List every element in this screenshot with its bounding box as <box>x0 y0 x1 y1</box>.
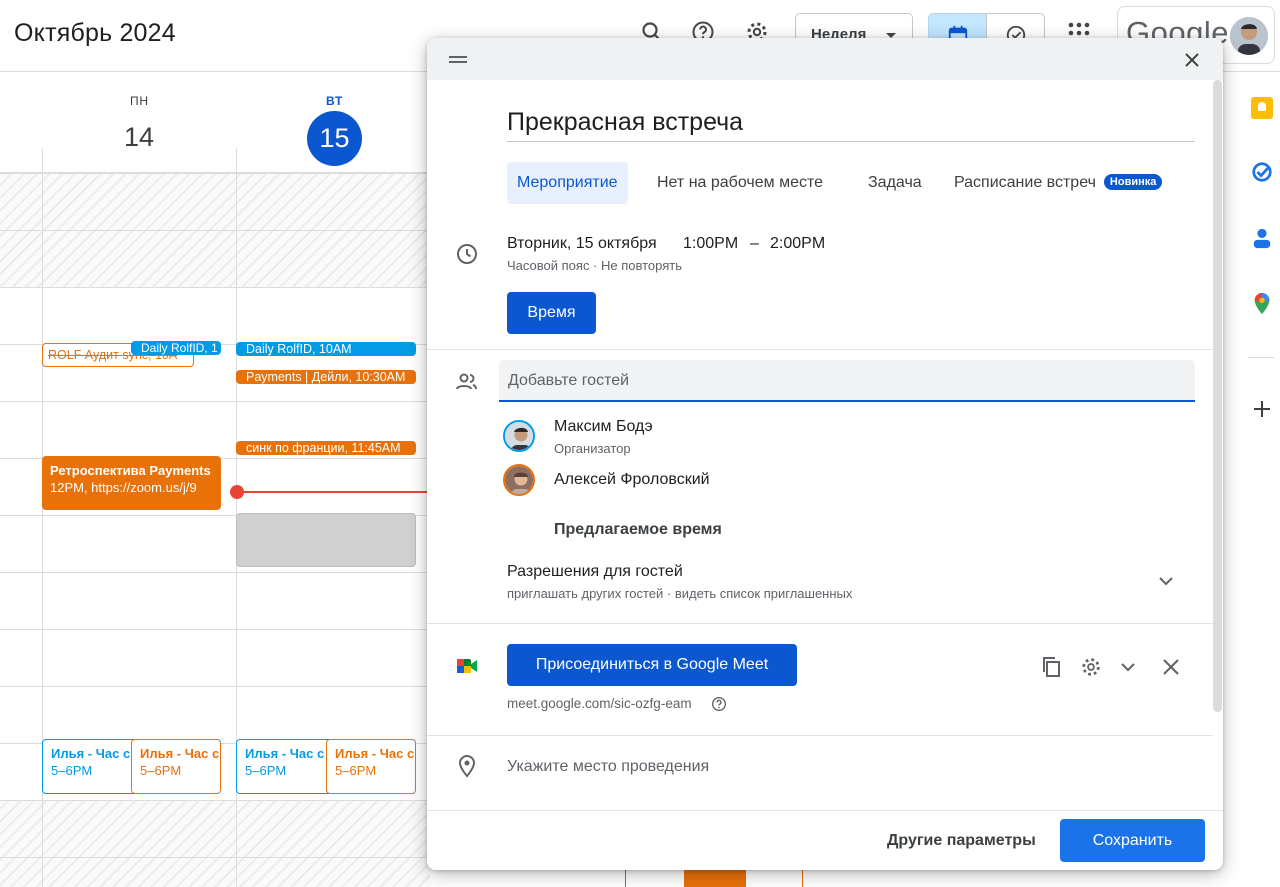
hour-line <box>0 686 430 687</box>
tasks-icon[interactable] <box>1251 161 1273 183</box>
drag-handle-icon[interactable] <box>449 56 467 63</box>
google-meet-icon <box>457 659 477 673</box>
more-options-button[interactable]: Другие параметры <box>887 832 1036 850</box>
event-time: 5–6PM <box>51 763 93 778</box>
guest-permissions-summary: приглашать других гостей · видеть список… <box>507 586 853 601</box>
dialog-scrollbar[interactable] <box>1213 80 1222 712</box>
event-ilya-hour[interactable]: Илья - Час с 5–6PM <box>326 739 416 794</box>
current-month-title: Октябрь 2024 <box>14 19 176 47</box>
save-button[interactable]: Сохранить <box>1060 819 1205 862</box>
event-time: 5–6PM <box>140 763 182 778</box>
event-peek <box>802 870 803 887</box>
tab-out-of-office[interactable]: Нет на рабочем месте <box>647 162 833 204</box>
time-button[interactable]: Время <box>507 292 596 334</box>
clock-icon <box>457 244 477 264</box>
event-ilya-hour[interactable]: Илья - Час с 5–6PM <box>236 739 333 794</box>
event-title: Илья - Час с <box>335 746 415 761</box>
event-title: Илья - Час с <box>51 746 131 761</box>
help-icon[interactable] <box>711 696 727 712</box>
settings-gear-icon[interactable] <box>1080 656 1102 678</box>
event-time: 12PM, https://zoom.us/j/9 <box>50 480 197 495</box>
contacts-icon[interactable] <box>1251 227 1273 249</box>
remove-meet-icon[interactable] <box>1162 658 1180 676</box>
side-panel-rail <box>1240 72 1280 887</box>
event-title: Илья - Час с <box>245 746 325 761</box>
hour-line <box>0 230 430 231</box>
day-name-monday: ПН <box>130 94 149 108</box>
event-title: Ретроспектива Payments <box>50 463 211 478</box>
rail-divider <box>1248 357 1274 358</box>
event-end-time[interactable]: 2:00PM <box>770 235 825 253</box>
tab-appointment-label: Расписание встреч <box>954 174 1096 191</box>
event-payments-daily[interactable]: Payments | Дейли, 10:30AM <box>236 370 416 384</box>
hour-line <box>0 572 430 573</box>
add-guests-input[interactable]: Добавьте гостей <box>499 360 1195 402</box>
location-pin-icon <box>458 754 476 778</box>
event-sink-france[interactable]: синк по франции, 11:45AM <box>236 441 416 455</box>
guest-avatar <box>503 464 535 496</box>
tab-task[interactable]: Задача <box>858 162 932 204</box>
event-peek <box>625 870 626 887</box>
event-ilya-hour[interactable]: Илья - Час с 5–6PM <box>131 739 221 794</box>
event-time: 5–6PM <box>245 763 287 778</box>
event-ilya-hour[interactable]: Илья - Час с 5–6PM <box>42 739 139 794</box>
meet-link[interactable]: meet.google.com/sic-ozfg-eam <box>507 696 692 711</box>
event-quick-create-dialog: Прекрасная встреча Мероприятие Нет на ра… <box>427 38 1223 870</box>
guest-avatar <box>503 420 535 452</box>
event-peek[interactable] <box>684 870 746 887</box>
section-divider <box>427 735 1213 736</box>
keep-icon[interactable] <box>1251 97 1273 119</box>
day-name-tuesday: ВТ <box>326 94 344 108</box>
people-icon <box>456 373 477 390</box>
guest-role: Организатор <box>554 441 631 456</box>
tab-event[interactable]: Мероприятие <box>507 162 628 204</box>
event-retrospective-payments[interactable]: Ретроспектива Payments 12PM, https://zoo… <box>42 456 221 510</box>
copy-icon[interactable] <box>1041 656 1063 678</box>
tab-appointment-schedule[interactable]: Расписание встреч Новинка <box>944 162 1172 204</box>
hour-line <box>0 287 430 288</box>
guest-name[interactable]: Максим Бодэ <box>554 418 653 436</box>
add-icon[interactable] <box>1253 400 1271 418</box>
maps-icon[interactable] <box>1251 292 1273 316</box>
day-number-today[interactable]: 15 <box>307 111 362 166</box>
hour-line <box>0 800 430 801</box>
hour-line <box>0 629 430 630</box>
time-range-dash: – <box>750 235 759 252</box>
chevron-down-icon[interactable] <box>1157 574 1175 588</box>
day-number-monday[interactable]: 14 <box>124 122 154 153</box>
current-time-line <box>236 491 430 493</box>
location-input[interactable]: Укажите место проведения <box>507 758 709 776</box>
guest-permissions-title[interactable]: Разрешения для гостей <box>507 563 683 581</box>
week-grid: ПН 14 ВТ 15 ROLF Аудит sync, 10A Daily R… <box>0 73 430 887</box>
event-date[interactable]: Вторник, 15 октября <box>507 235 657 253</box>
new-badge: Новинка <box>1103 174 1163 190</box>
suggested-time-button[interactable]: Предлагаемое время <box>554 521 722 539</box>
dialog-footer: Другие параметры Сохранить <box>427 810 1223 870</box>
timezone-repeat-link[interactable]: Часовой пояс · Не повторять <box>507 258 682 273</box>
event-time: 5–6PM <box>335 763 377 778</box>
join-google-meet-button[interactable]: Присоединиться в Google Meet <box>507 644 797 686</box>
section-divider <box>427 349 1213 350</box>
section-divider <box>427 623 1213 624</box>
event-daily-rolfid-monday[interactable]: Daily RolfID, 1 <box>131 341 221 355</box>
event-title: Илья - Час с <box>140 746 220 761</box>
hour-line <box>0 401 430 402</box>
close-icon[interactable] <box>1182 50 1202 70</box>
dialog-drag-bar[interactable] <box>427 38 1223 80</box>
chevron-down-icon[interactable] <box>1119 660 1137 674</box>
event-title-input[interactable]: Прекрасная встреча <box>507 106 1195 142</box>
event-start-time[interactable]: 1:00PM <box>683 235 738 253</box>
new-event-placeholder[interactable] <box>236 513 416 567</box>
user-avatar[interactable] <box>1230 17 1268 55</box>
guest-name[interactable]: Алексей Фроловский <box>554 471 710 489</box>
event-daily-rolfid[interactable]: Daily RolfID, 10AM <box>236 342 416 356</box>
hour-line <box>0 857 430 858</box>
